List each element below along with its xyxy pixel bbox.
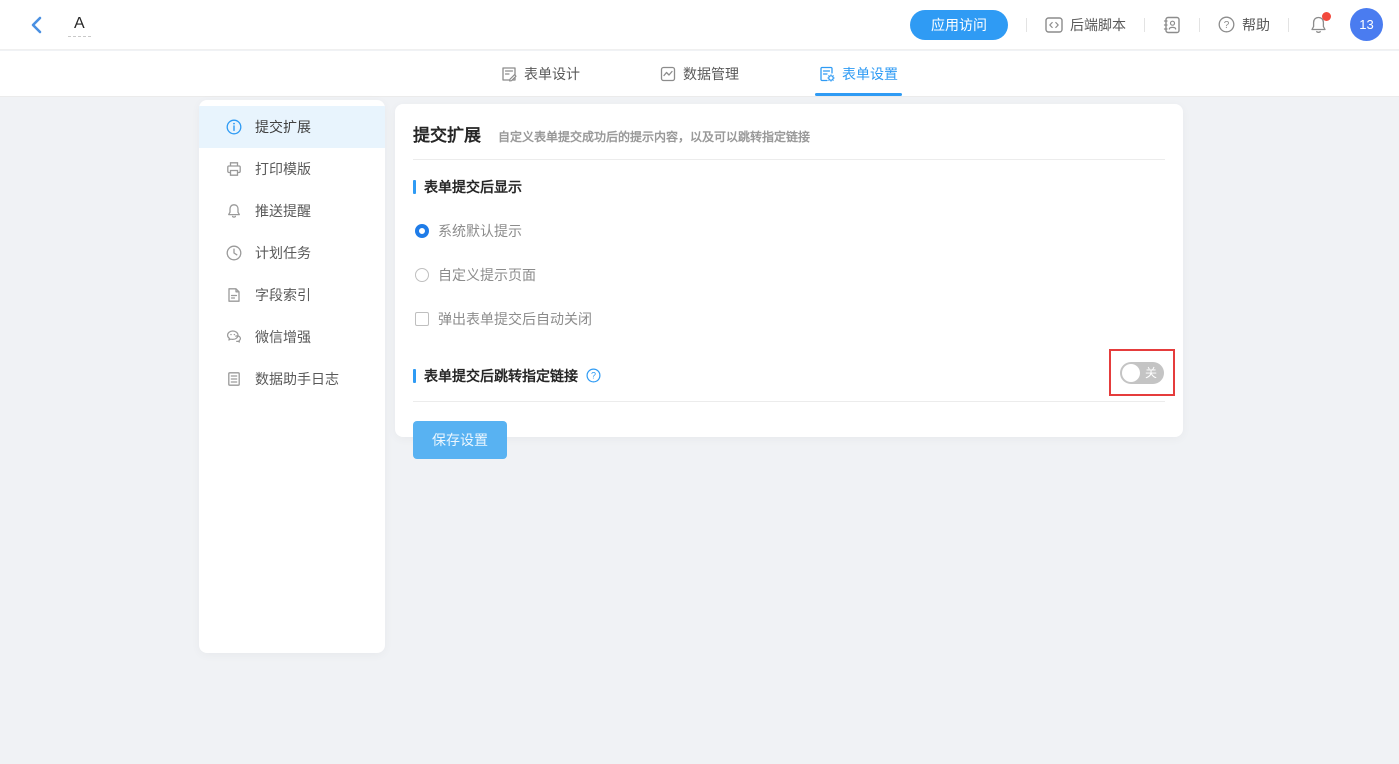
display-section-title: 表单提交后显示 <box>424 177 522 197</box>
log-icon <box>226 371 242 387</box>
avatar[interactable]: 13 <box>1350 8 1383 41</box>
radio-checked-icon[interactable] <box>415 224 429 238</box>
code-icon <box>1045 17 1063 33</box>
data-manage-icon <box>660 66 676 82</box>
display-section-header: 表单提交后显示 <box>413 177 1165 197</box>
jump-link-toggle[interactable]: 关 <box>1120 362 1164 384</box>
jump-section-row: 表单提交后跳转指定链接 ? 关 <box>413 350 1165 402</box>
submit-extension-panel: 提交扩展 自定义表单提交成功后的提示内容，以及可以跳转指定链接 表单提交后显示 … <box>395 104 1183 437</box>
file-icon <box>226 287 242 303</box>
panel-title: 提交扩展 <box>413 121 481 146</box>
sidebar-item-push-reminder[interactable]: 推送提醒 <box>199 190 385 232</box>
highlight-annotation-box: 关 <box>1109 349 1175 396</box>
section-accent-bar <box>413 180 416 194</box>
checkbox-label: 弹出表单提交后自动关闭 <box>438 309 592 329</box>
contacts-button[interactable] <box>1163 16 1181 34</box>
backend-script-button[interactable]: 后端脚本 <box>1045 15 1126 35</box>
app-access-button[interactable]: 应用访问 <box>910 10 1008 40</box>
back-button[interactable] <box>22 11 50 39</box>
tab-form-design[interactable]: 表单设计 <box>499 51 582 96</box>
sidebar-item-data-assistant-log[interactable]: 数据助手日志 <box>199 358 385 400</box>
bell-icon <box>226 203 242 219</box>
form-settings-icon <box>819 66 835 82</box>
app-title[interactable]: A <box>68 13 91 37</box>
sidebar-item-label: 提交扩展 <box>255 117 311 137</box>
form-tabbar: 表单设计 数据管理 表单设置 <box>0 51 1399 97</box>
help-button[interactable]: ? 帮助 <box>1218 15 1270 35</box>
sidebar-item-label: 打印模版 <box>255 159 311 179</box>
section-accent-bar <box>413 369 416 383</box>
divider <box>1288 18 1289 32</box>
question-circle-icon: ? <box>1218 16 1235 33</box>
checkbox-icon[interactable] <box>415 312 429 326</box>
toggle-state-label: 关 <box>1145 367 1157 379</box>
sidebar-item-label: 数据助手日志 <box>255 369 339 389</box>
header-actions: 应用访问 后端脚本 ? 帮助 13 <box>910 8 1383 41</box>
toggle-knob <box>1122 364 1140 382</box>
notification-dot <box>1322 12 1331 21</box>
tab-label: 表单设计 <box>524 64 580 84</box>
save-settings-button[interactable]: 保存设置 <box>413 421 507 459</box>
divider <box>1144 18 1145 32</box>
tab-label: 数据管理 <box>683 64 739 84</box>
info-icon <box>226 119 242 135</box>
radio-unchecked-icon[interactable] <box>415 268 429 282</box>
svg-text:?: ? <box>591 371 596 381</box>
printer-icon <box>226 161 242 177</box>
divider <box>1199 18 1200 32</box>
wechat-icon <box>226 329 242 345</box>
sidebar-item-submit-extension[interactable]: 提交扩展 <box>199 106 385 148</box>
svg-text:?: ? <box>1224 20 1230 31</box>
panel-subtitle: 自定义表单提交成功后的提示内容，以及可以跳转指定链接 <box>498 128 810 145</box>
notification-button[interactable] <box>1309 15 1328 35</box>
checkbox-auto-close[interactable]: 弹出表单提交后自动关闭 <box>415 309 1165 329</box>
radio-system-default[interactable]: 系统默认提示 <box>415 221 1165 241</box>
chevron-left-icon <box>30 16 42 34</box>
panel-header: 提交扩展 自定义表单提交成功后的提示内容，以及可以跳转指定链接 <box>413 104 1165 160</box>
jump-section-title: 表单提交后跳转指定链接 <box>424 366 578 386</box>
backend-script-label: 后端脚本 <box>1070 15 1126 35</box>
sidebar-item-label: 微信增强 <box>255 327 311 347</box>
sidebar-item-print-template[interactable]: 打印模版 <box>199 148 385 190</box>
radio-label: 系统默认提示 <box>438 221 522 241</box>
sidebar-item-label: 字段索引 <box>255 285 311 305</box>
sidebar-item-label: 推送提醒 <box>255 201 311 221</box>
help-circle-icon[interactable]: ? <box>586 368 601 383</box>
tab-data-manage[interactable]: 数据管理 <box>658 51 741 96</box>
sidebar-item-label: 计划任务 <box>255 243 311 263</box>
sidebar-item-scheduled-tasks[interactable]: 计划任务 <box>199 232 385 274</box>
sidebar-item-field-index[interactable]: 字段索引 <box>199 274 385 316</box>
radio-label: 自定义提示页面 <box>438 265 536 285</box>
tab-form-settings[interactable]: 表单设置 <box>817 51 900 96</box>
sidebar-item-wechat-enhance[interactable]: 微信增强 <box>199 316 385 358</box>
contacts-icon <box>1163 16 1181 34</box>
help-label: 帮助 <box>1242 15 1270 35</box>
tab-label: 表单设置 <box>842 64 898 84</box>
radio-custom-page[interactable]: 自定义提示页面 <box>415 265 1165 285</box>
settings-sidebar: 提交扩展 打印模版 推送提醒 计划任务 字段索引 微信增强 数据助手日志 <box>199 100 385 653</box>
app-header: A 应用访问 后端脚本 ? 帮助 <box>0 0 1399 50</box>
divider <box>1026 18 1027 32</box>
form-design-icon <box>501 66 517 82</box>
clock-icon <box>226 245 242 261</box>
